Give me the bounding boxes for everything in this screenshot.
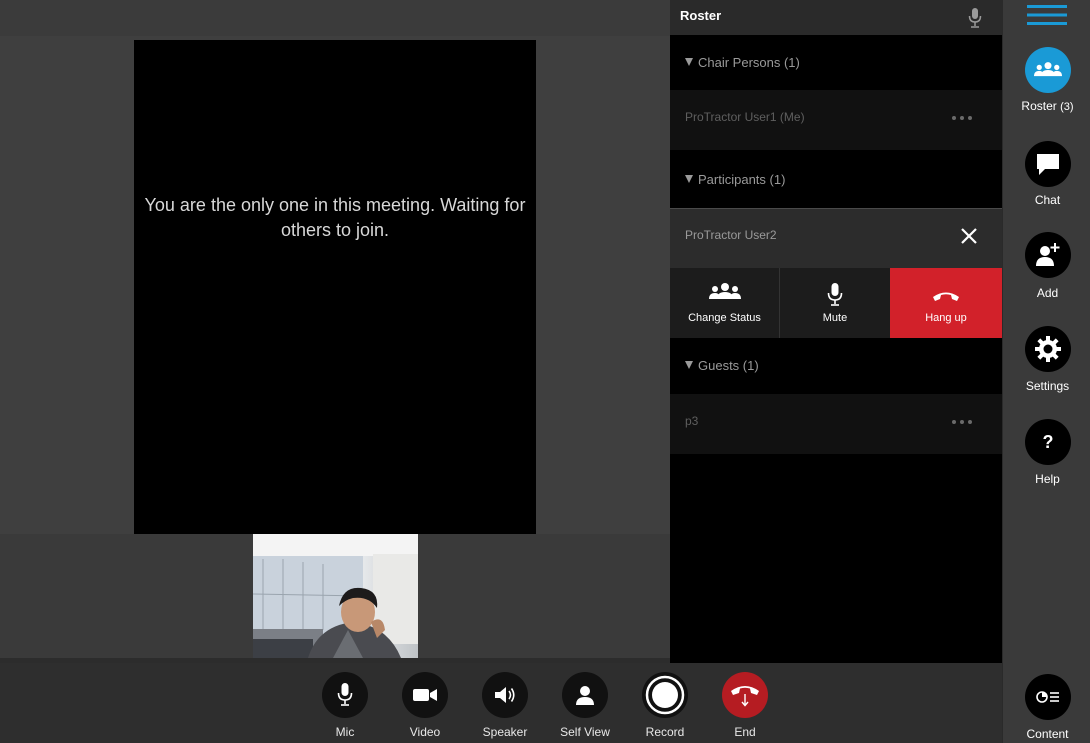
question-mark-icon: ? (1042, 431, 1054, 452)
top-bar (0, 0, 670, 36)
settings-caption: Settings (1025, 379, 1070, 393)
microphone-icon (337, 683, 353, 706)
roster-title: Roster (680, 8, 722, 23)
add-caption: Add (1036, 286, 1059, 300)
record-icon (645, 675, 685, 715)
speaker-icon (495, 687, 515, 703)
end-call-phone-icon (731, 686, 759, 707)
roster-caption: Roster (3) (1021, 99, 1074, 113)
self-view-label: Self View (560, 725, 610, 739)
roster-row-user1[interactable]: ProTractor User1 (Me) (670, 90, 1002, 150)
speaker-button[interactable] (482, 672, 528, 718)
microphone-icon (827, 283, 843, 306)
hang-up-button[interactable]: Hang up (890, 268, 1002, 338)
roster-panel: Roster Chair Persons (1) ProTractor User… (670, 0, 1002, 663)
more-options-icon[interactable] (952, 116, 972, 120)
main-video[interactable]: You are the only one in this meeting. Wa… (134, 40, 536, 534)
mic-label: Mic (335, 725, 355, 739)
participant-action-bar: Change Status Mute Hang up (670, 268, 1002, 338)
hamburger-menu-icon[interactable] (1027, 4, 1067, 26)
self-view-button[interactable] (562, 672, 608, 718)
person-icon (576, 686, 594, 705)
close-icon[interactable] (958, 225, 980, 247)
record-label: Record (645, 725, 685, 739)
roster-row-p3[interactable]: p3 (670, 394, 1002, 454)
more-options-icon[interactable] (952, 420, 972, 424)
hang-up-label: Hang up (925, 312, 967, 324)
content-share-icon (1036, 691, 1059, 703)
roster-header: Roster (670, 0, 1002, 35)
hang-up-phone-icon (933, 292, 959, 301)
help-caption: Help (1035, 472, 1060, 486)
section-participants[interactable]: Participants (1) (670, 152, 1002, 207)
settings-button[interactable] (1025, 326, 1071, 372)
video-button[interactable] (402, 672, 448, 718)
gear-icon (1035, 336, 1061, 362)
end-call-button[interactable] (722, 672, 768, 718)
roster-member-name: p3 (685, 414, 699, 428)
video-label: Video (409, 725, 441, 739)
end-label: End (734, 725, 756, 739)
mute-label: Mute (822, 312, 848, 324)
waiting-message: You are the only one in this meeting. Wa… (144, 195, 526, 240)
collapse-triangle-icon (685, 58, 693, 66)
add-user-icon (1036, 243, 1060, 266)
collapse-triangle-icon (685, 175, 693, 183)
chat-caption: Chat (1034, 193, 1061, 207)
mute-button[interactable]: Mute (780, 268, 890, 338)
content-caption: Content (1026, 727, 1069, 741)
collapse-triangle-icon (685, 361, 693, 369)
self-view-image (253, 534, 418, 658)
section-chair-persons[interactable]: Chair Persons (1) (670, 35, 1002, 90)
record-button[interactable] (642, 672, 688, 718)
mic-button[interactable] (322, 672, 368, 718)
roster-member-name: ProTractor User1 (Me) (685, 110, 805, 124)
microphone-icon[interactable] (968, 7, 982, 29)
help-button[interactable]: ? (1025, 419, 1071, 465)
add-participant-button[interactable] (1025, 232, 1071, 278)
roster-member-name: ProTractor User2 (685, 228, 777, 242)
chat-bubble-icon (1037, 154, 1059, 175)
roster-group-icon (1034, 62, 1062, 77)
video-camera-icon (413, 689, 437, 701)
roster-button[interactable] (1025, 47, 1071, 93)
self-view-thumbnail[interactable] (253, 534, 418, 658)
change-status-label: Change Status (688, 312, 761, 324)
content-button[interactable] (1025, 674, 1071, 720)
chat-button[interactable] (1025, 141, 1071, 187)
section-guests[interactable]: Guests (1) (670, 338, 1002, 393)
roster-count: (3) (1060, 101, 1074, 113)
change-status-button[interactable]: Change Status (670, 268, 780, 338)
group-icon (709, 283, 741, 299)
speaker-label: Speaker (482, 725, 528, 739)
roster-row-user2[interactable]: ProTractor User2 (670, 208, 1002, 268)
